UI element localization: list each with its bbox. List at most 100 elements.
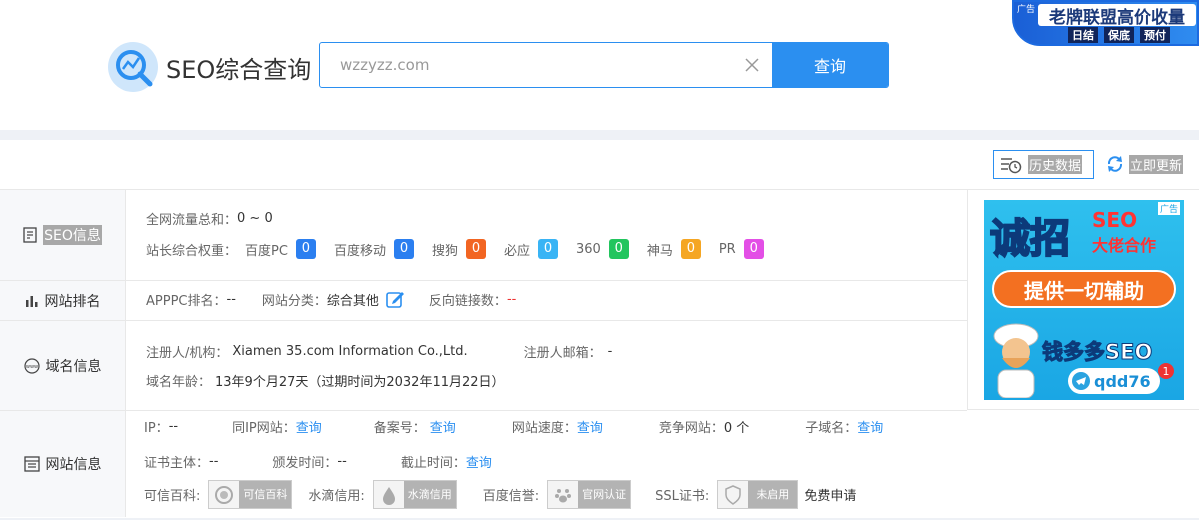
water-drop-icon [373, 481, 404, 508]
weight-badge[interactable]: 0 [680, 239, 701, 259]
weight-badge[interactable]: 0 [537, 239, 558, 259]
icp-key: 备案号： [373, 421, 426, 436]
rank-label-cell: 网站排名 [0, 281, 126, 320]
ssl-shield-icon [718, 481, 749, 508]
domain-label: 域名信息 [45, 358, 102, 375]
age-key: 域名年龄： [146, 375, 212, 390]
cert-subject-value: -- [209, 454, 219, 469]
ip-value: -- [168, 419, 179, 434]
history-icon [1001, 157, 1022, 173]
same-ip-link[interactable]: 查询 [296, 417, 322, 436]
weight-badge[interactable]: 0 [465, 239, 486, 259]
weight-name: 必应 [503, 243, 530, 259]
mascot-icon [988, 318, 1044, 399]
domain-row: www 域名信息 注册人/机构： Xiamen 35.com Informati… [0, 321, 967, 411]
weight-name: 神马 [646, 243, 673, 259]
side-ad-banner[interactable]: 广告 诚招 SEO 大佬合作 提供一切辅助 钱多多SEO qdd76 1 [984, 200, 1184, 400]
site-icon [23, 456, 40, 472]
subdomain-link[interactable]: 查询 [857, 417, 883, 436]
main-panel: 历史数据 立即更新 SEO信息 全网流量总和： 0 ~ 0 站长综合权重： 百度… [0, 140, 1199, 518]
top-ad-banner[interactable]: 广告 老牌联盟高价收量 日结 保底 预付 [1012, 0, 1199, 46]
registrant-value: Xiamen 35.com Information Co.,Ltd. [232, 344, 468, 359]
baidu-key: 百度信誉: [482, 489, 540, 504]
subdomain-key: 子域名： [805, 421, 858, 436]
svg-text:www: www [25, 364, 37, 370]
history-data-button[interactable]: 历史数据 [993, 150, 1094, 179]
shuidi-badge[interactable]: 水滴信用 [372, 480, 457, 509]
update-label: 立即更新 [1129, 154, 1184, 174]
telegram-icon [1072, 372, 1090, 390]
seo-info-row: SEO信息 全网流量总和： 0 ~ 0 站长综合权重： 百度PC 0 百度移动 0 搜狗… [0, 190, 967, 281]
seo-info-label-cell: SEO信息 [0, 190, 126, 280]
expire-key: 截止时间： [400, 456, 466, 471]
logo[interactable]: SEO综合查询 [108, 42, 311, 92]
header: SEO综合查询 查询 广告 老牌联盟高价收量 日结 保底 预付 [0, 0, 1199, 130]
shuidi-key: 水滴信用: [308, 489, 365, 504]
site-line-2: 证书主体： -- 颁发时间： -- 截止时间： 查询 [144, 452, 492, 471]
weights-line: 站长综合权重： 百度PC 0 百度移动 0 搜狗 0 必应 0 360 0 神马 0 PR 0 [146, 239, 782, 259]
category-key: 网站分类： [261, 293, 327, 309]
apppc-key: APPPC排名： [146, 293, 227, 309]
traffic-value: 0 ~ 0 [237, 211, 273, 226]
rank-line: APPPC排名： -- 网站分类： 综合其他 反向链接数： -- [146, 289, 516, 309]
weight-badge[interactable]: 0 [608, 239, 629, 259]
weight-badge[interactable]: 0 [393, 239, 414, 259]
weight-name: 百度PC [245, 243, 288, 259]
issue-key: 颁发时间： [272, 456, 338, 471]
email-value: - [607, 344, 613, 359]
compete-key: 竞争网站： [658, 421, 724, 436]
clear-icon[interactable] [732, 43, 772, 87]
logo-title: SEO综合查询 [166, 55, 312, 84]
age-line: 域名年龄： 13年9个月27天（过期时间为2032年11月22日） [146, 371, 505, 390]
registrant-key: 注册人/机构： [146, 346, 229, 361]
ad-tag: 广告 [1017, 5, 1036, 15]
same-ip-key: 同IP网站： [232, 421, 296, 436]
document-icon [23, 227, 37, 243]
toolbar: 历史数据 立即更新 [0, 140, 1199, 190]
side-ad-partner: 大佬合作 [1092, 236, 1157, 255]
traffic-key: 全网流量总和： [146, 213, 238, 228]
ssl-apply-link[interactable]: 免费申请 [804, 485, 856, 504]
weight-key: 站长综合权重： [146, 243, 238, 259]
seo-logo-icon [108, 42, 158, 92]
site-line-3: 可信百科: 可信百科 水滴信用: 水滴信用 百度信誉: 官网认证 SSL证书: [144, 480, 856, 509]
side-ad-seo: SEO [1092, 208, 1138, 232]
traffic-line: 全网流量总和： 0 ~ 0 [146, 209, 273, 228]
registrant-line: 注册人/机构： Xiamen 35.com Information Co.,Lt… [146, 342, 612, 361]
search-input[interactable] [320, 43, 732, 87]
update-now-button[interactable]: 立即更新 [1105, 154, 1184, 174]
expire-link[interactable]: 查询 [466, 452, 492, 471]
side-ad-big: 诚招 [989, 215, 1071, 263]
baike-badge[interactable]: 可信百科 [208, 480, 293, 509]
category-value: 综合其他 [326, 293, 379, 309]
bar-chart-icon [25, 295, 37, 307]
www-icon: www [23, 357, 40, 374]
rank-label: 网站排名 [44, 293, 101, 310]
apppc-value: -- [226, 291, 236, 307]
speed-link[interactable]: 查询 [577, 417, 603, 436]
side-ad: 广告 诚招 SEO 大佬合作 提供一切辅助 钱多多SEO qdd76 1 [967, 190, 1199, 410]
weight-badge[interactable]: 0 [743, 239, 764, 259]
seo-info-label: SEO信息 [43, 225, 102, 245]
weight-name: 搜狗 [431, 243, 458, 259]
email-key: 注册人邮箱： [523, 346, 602, 361]
weight-badge[interactable]: 0 [295, 239, 316, 259]
compete-value: 0 个 [723, 421, 750, 436]
side-ad-banner-text: 提供一切辅助 [992, 270, 1176, 308]
weight-name: 360 [575, 241, 601, 257]
ip-key: IP： [144, 421, 169, 436]
backlink-value: -- [506, 291, 517, 307]
cert-subject-key: 证书主体： [144, 456, 210, 471]
weight-name: 百度移动 [333, 243, 386, 259]
refresh-icon [1107, 156, 1123, 172]
site-info-label: 网站信息 [45, 457, 102, 473]
baidu-badge[interactable]: 官网认证 [547, 480, 632, 509]
side-ad-tag: 广告 [1157, 202, 1180, 215]
ssl-badge[interactable]: 未启用 [717, 480, 799, 509]
search-button[interactable]: 查询 [772, 43, 888, 87]
backlink-key: 反向链接数： [428, 293, 507, 309]
edit-icon[interactable] [385, 289, 405, 309]
icp-link[interactable]: 查询 [430, 417, 456, 436]
side-ad-contact: qdd76 [1068, 368, 1160, 394]
speed-key: 网站速度： [511, 421, 577, 436]
